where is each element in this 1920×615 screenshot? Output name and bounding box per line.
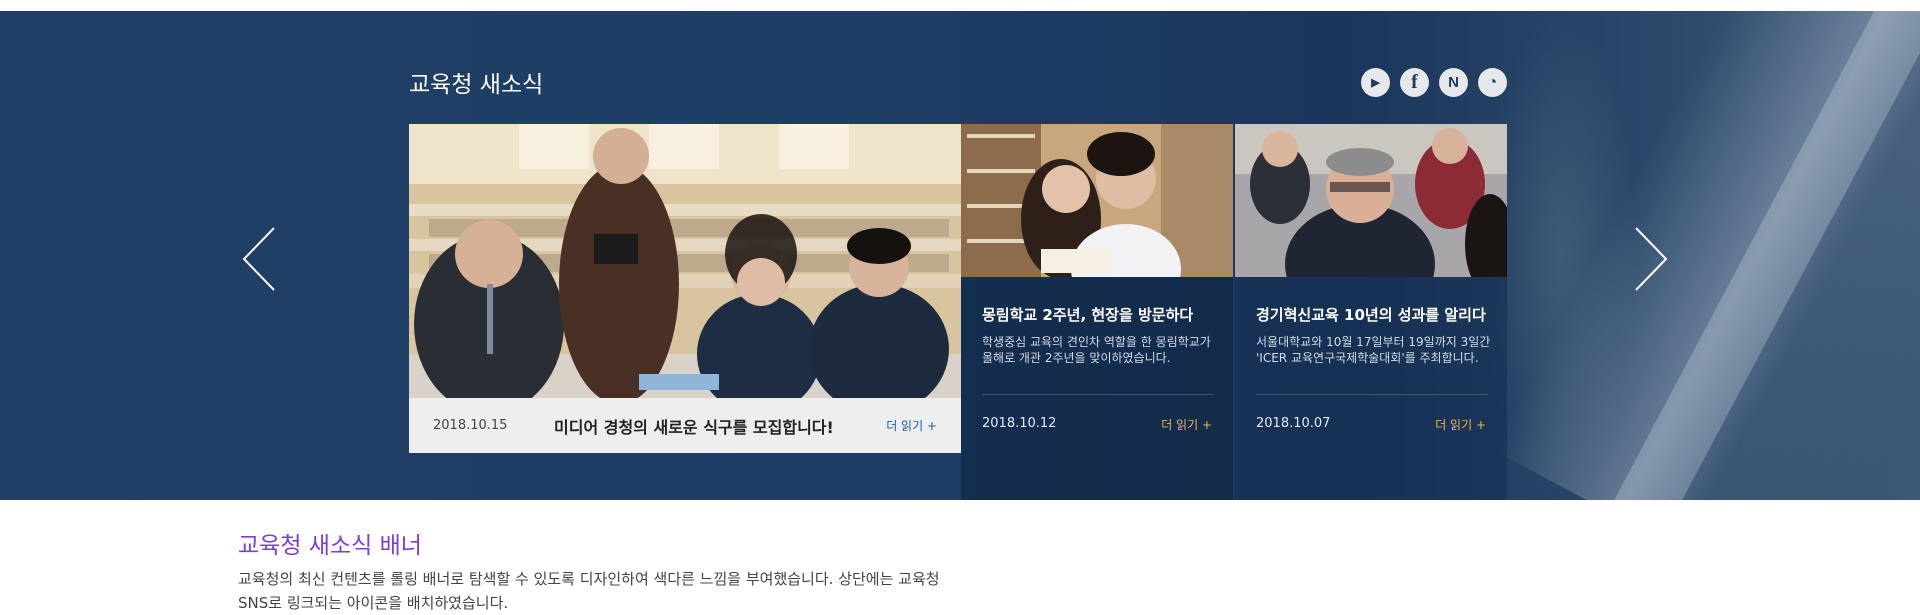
banner-description: 교육청의 최신 컨텐츠를 롤링 배너로 탐색할 수 있도록 디자인하여 색다른 … <box>238 570 940 612</box>
side-news-more-link[interactable]: 더 읽기 + <box>1435 416 1486 433</box>
main-news-caption: 2018.10.15 미디어 경청의 새로운 식구를 모집합니다! 더 읽기 + <box>409 398 961 453</box>
side-news-desc: 서울대학교와 10월 17일부터 19일까지 3일간 'ICER 교육연구국제학… <box>1256 335 1491 365</box>
side-news-title[interactable]: 몽림학교 2주년, 현장을 방문하다 <box>982 304 1193 325</box>
main-news-card[interactable]: 2018.10.15 미디어 경청의 새로운 식구를 모집합니다! 더 읽기 + <box>409 124 961 453</box>
banner-title: 교육청 새소식 배너 <box>238 533 422 559</box>
side-news-date: 2018.10.12 <box>982 416 1057 431</box>
naver-icon[interactable]: N <box>1439 68 1468 97</box>
youtube-icon[interactable]: ▶ <box>1361 68 1390 97</box>
news-hero: 교육청 새소식 ▶ f N ◔ 2018.10.15 미디어 경청의 새로운 식… <box>0 11 1920 500</box>
section-title: 교육청 새소식 <box>409 72 544 98</box>
side-news-card[interactable]: 경기혁신교육 10년의 성과를 알리다 서울대학교와 10월 17일부터 19일… <box>1235 124 1507 500</box>
next-arrow-icon[interactable] <box>1630 224 1670 294</box>
main-news-date: 2018.10.15 <box>433 418 508 433</box>
side-news-divider <box>982 394 1214 395</box>
channel-icon[interactable]: ◔ <box>1478 68 1507 97</box>
facebook-icon[interactable]: f <box>1400 68 1429 97</box>
side-news-card[interactable]: 몽림학교 2주년, 현장을 방문하다 학생중심 교육의 견인차 역할을 한 몽림… <box>961 124 1233 500</box>
side-news-photo <box>961 124 1233 277</box>
side-news-divider <box>1256 394 1488 395</box>
sns-links: ▶ f N ◔ <box>1361 68 1507 97</box>
main-news-headline[interactable]: 미디어 경청의 새로운 식구를 모집합니다! <box>554 414 886 438</box>
side-news-more-link[interactable]: 더 읽기 + <box>1161 416 1212 433</box>
side-news-title[interactable]: 경기혁신교육 10년의 성과를 알리다 <box>1256 304 1486 325</box>
main-news-photo <box>409 124 961 398</box>
side-news-desc: 학생중심 교육의 견인차 역할을 한 몽림학교가 올해로 개관 2주년을 맞이하… <box>982 335 1211 365</box>
main-news-more-link[interactable]: 더 읽기 + <box>886 417 937 434</box>
side-news-photo <box>1235 124 1507 277</box>
prev-arrow-icon[interactable] <box>240 224 280 294</box>
side-news-date: 2018.10.07 <box>1256 416 1331 431</box>
